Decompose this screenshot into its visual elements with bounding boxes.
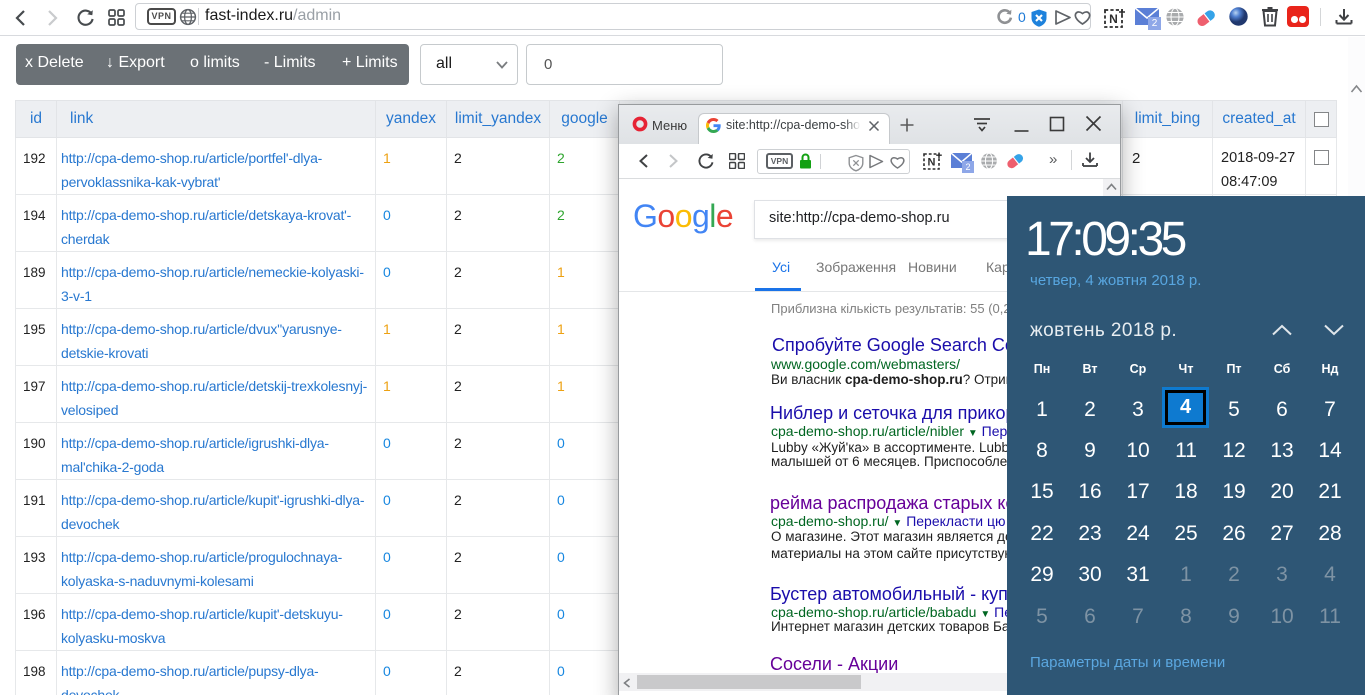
svg-text:N: N — [928, 157, 936, 169]
svg-text:N: N — [1109, 12, 1118, 26]
